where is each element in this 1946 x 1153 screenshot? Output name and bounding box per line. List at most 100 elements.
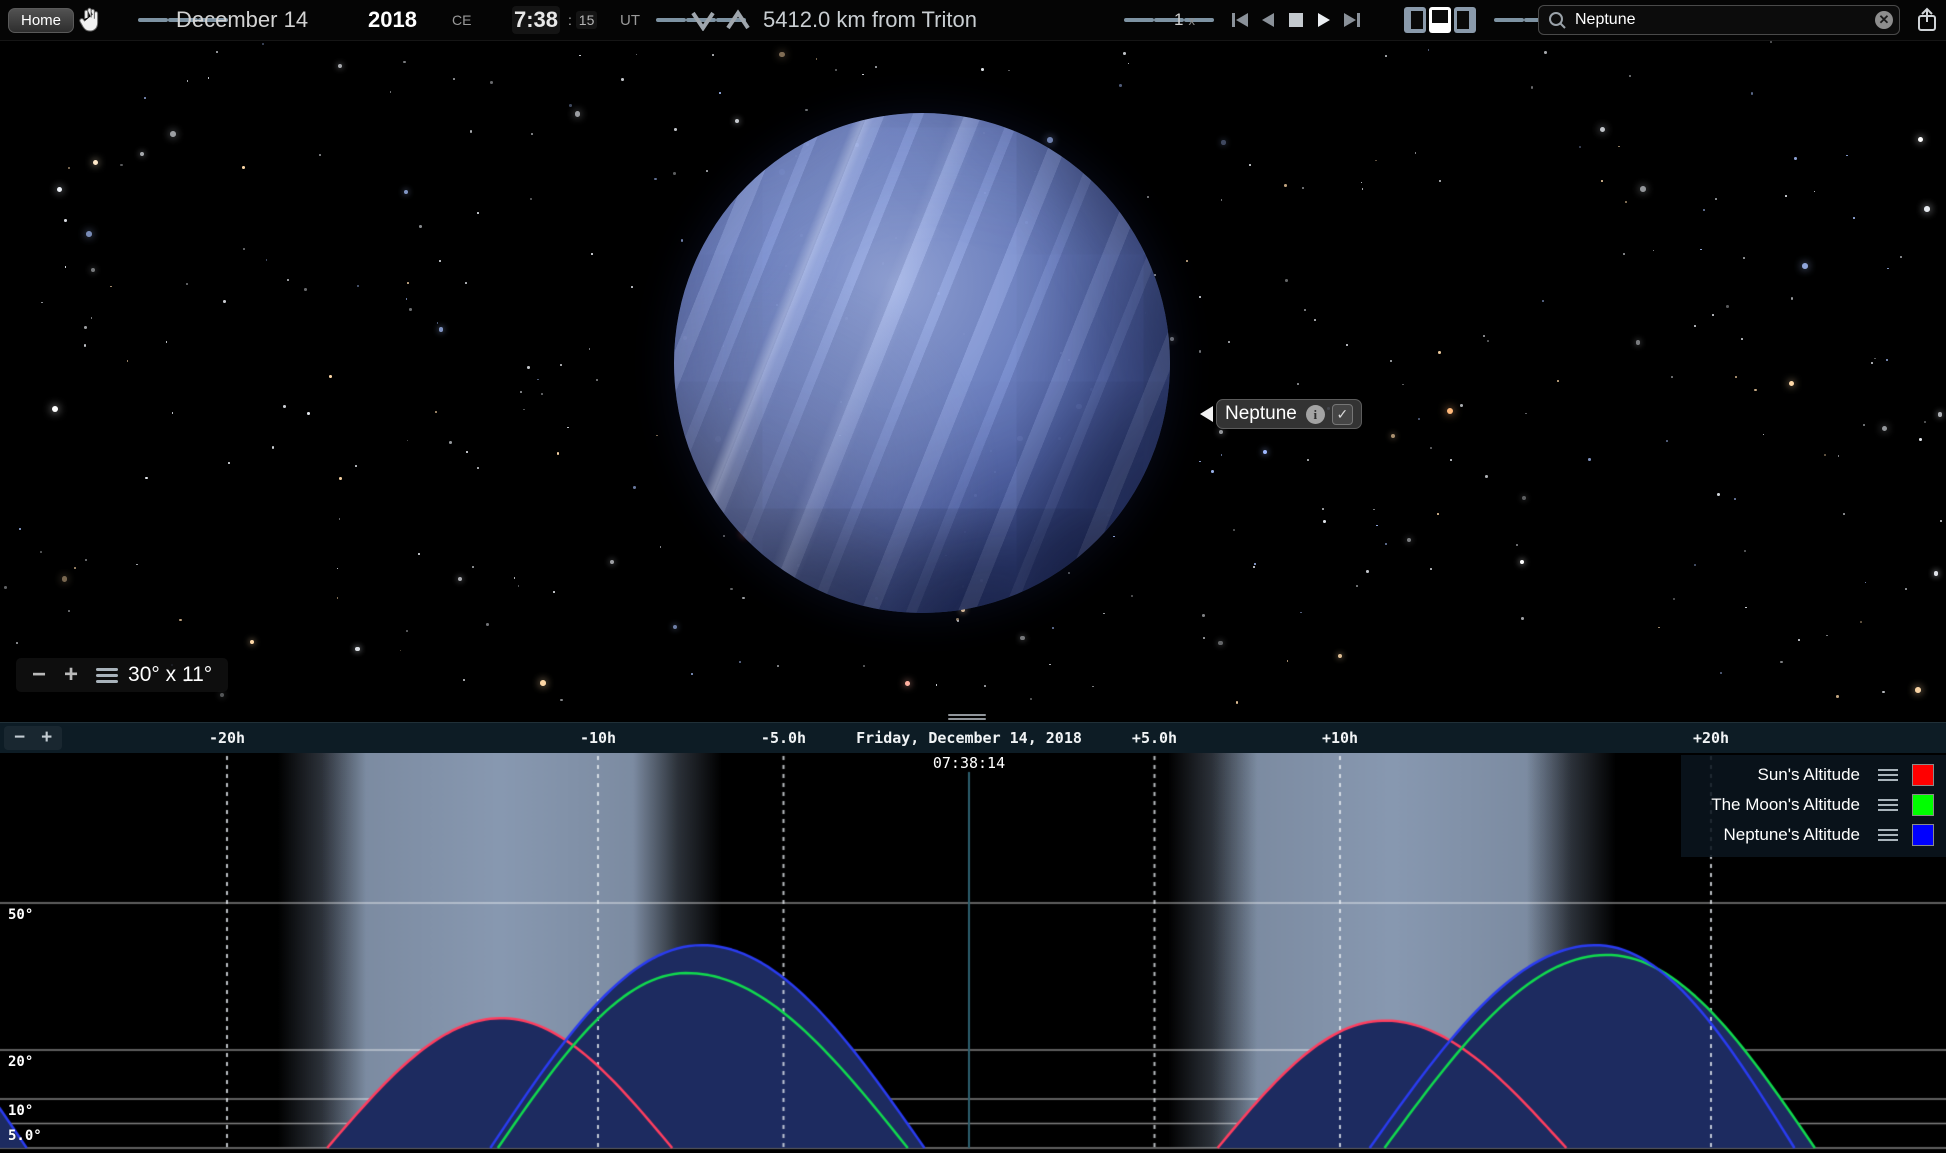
star (1236, 701, 1239, 704)
search-icon (1545, 10, 1571, 30)
star (636, 54, 638, 56)
star (537, 379, 539, 381)
fov-menu-icon[interactable] (96, 665, 118, 686)
time-sec[interactable]: 15 (576, 11, 598, 29)
selection-checkbox[interactable]: ✓ (1332, 404, 1353, 425)
star (1415, 152, 1417, 154)
stop-button[interactable] (1282, 0, 1310, 40)
home-button[interactable]: Home (8, 8, 74, 33)
time-control[interactable]: 7:38 (512, 0, 560, 40)
star (40, 551, 42, 553)
star (91, 317, 93, 319)
era-label[interactable]: CE (452, 0, 471, 40)
skip-to-end-button[interactable] (1338, 0, 1366, 40)
star (530, 198, 533, 201)
legend-label: The Moon's Altitude (1711, 795, 1860, 815)
star (463, 679, 465, 681)
star (16, 642, 18, 644)
star (805, 109, 808, 112)
share-icon (1916, 7, 1938, 33)
graph-zoom-out-button[interactable]: − (14, 727, 25, 749)
legend-menu-icon[interactable] (1878, 766, 1898, 784)
reverse-play-button[interactable] (1254, 0, 1282, 40)
star (307, 412, 310, 415)
time-seconds[interactable]: : 15 (568, 0, 597, 40)
star (337, 597, 339, 599)
star (631, 286, 633, 288)
star (1450, 459, 1452, 461)
star (243, 248, 245, 250)
star (1618, 146, 1620, 148)
right-panel-toggle[interactable] (1454, 7, 1476, 33)
legend-color-swatch-neptune[interactable] (1912, 824, 1934, 846)
star (1743, 257, 1745, 259)
time-rate-control[interactable]: 1 x (1174, 0, 1195, 40)
legend-row-sun: Sun's Altitude (1711, 760, 1934, 790)
star (835, 69, 837, 71)
star (936, 684, 938, 686)
zoom-out-button[interactable]: − (32, 660, 46, 690)
star (1203, 637, 1205, 639)
star (1521, 617, 1524, 620)
star (1020, 636, 1024, 640)
sky-view[interactable]: Neptune i ✓ − + 30° x 11° (0, 41, 1946, 709)
star (681, 239, 684, 242)
star (1068, 572, 1070, 574)
play-button[interactable] (1310, 0, 1338, 40)
star (1826, 635, 1828, 637)
star (1735, 376, 1737, 378)
star (1199, 350, 1202, 353)
legend-menu-icon[interactable] (1878, 796, 1898, 814)
bottom-panel-toggle[interactable] (1429, 7, 1451, 33)
star (1485, 475, 1488, 478)
selection-pill[interactable]: Neptune i ✓ (1216, 399, 1362, 429)
star (575, 111, 581, 117)
legend-menu-icon[interactable] (1878, 826, 1898, 844)
star (579, 55, 581, 57)
left-panel-toggle[interactable] (1404, 7, 1426, 33)
star (1542, 300, 1544, 302)
star (1874, 358, 1876, 360)
star (862, 74, 864, 76)
star (84, 344, 87, 347)
star (486, 623, 489, 626)
pan-hand-icon[interactable] (74, 0, 104, 40)
location-control[interactable]: 5412.0 km from Triton (763, 0, 977, 40)
resize-grip[interactable] (948, 712, 986, 722)
star (170, 131, 176, 137)
star (905, 681, 910, 686)
star (1629, 75, 1631, 77)
year-control[interactable]: 2018 (368, 0, 417, 40)
time-hm[interactable]: 7:38 (512, 6, 560, 34)
star (1487, 340, 1489, 342)
chevron-up-icon[interactable] (725, 0, 751, 40)
star (1694, 325, 1696, 327)
star (591, 253, 593, 255)
star (1658, 627, 1660, 629)
altitude-graph[interactable] (0, 752, 1946, 1153)
star (1802, 263, 1808, 269)
star (1780, 661, 1783, 664)
star (610, 560, 614, 564)
clear-search-icon[interactable]: ✕ (1875, 11, 1893, 29)
zoom-in-button[interactable]: + (64, 660, 78, 690)
legend-label: Neptune's Altitude (1723, 825, 1860, 845)
selection-name[interactable]: Neptune (1225, 403, 1297, 425)
date-control[interactable]: December 14 (176, 0, 308, 40)
search-field[interactable]: ✕ (1538, 5, 1900, 35)
skip-to-start-button[interactable] (1226, 0, 1254, 40)
search-input[interactable] (1571, 11, 1875, 29)
legend-color-swatch-sun[interactable] (1912, 764, 1934, 786)
star (1720, 672, 1722, 674)
graph-zoom-in-button[interactable]: + (41, 727, 52, 749)
legend-color-swatch-moon[interactable] (1912, 794, 1934, 816)
timezone-label[interactable]: UT (620, 0, 640, 40)
legend-label: Sun's Altitude (1758, 765, 1860, 785)
star (357, 285, 360, 288)
info-icon[interactable]: i (1306, 405, 1325, 424)
rate-menu-icon[interactable] (1124, 0, 1214, 40)
chevron-down-icon[interactable] (690, 0, 716, 40)
neptune-planet[interactable] (674, 113, 1170, 613)
share-button[interactable] (1916, 0, 1938, 40)
star (1300, 612, 1302, 614)
